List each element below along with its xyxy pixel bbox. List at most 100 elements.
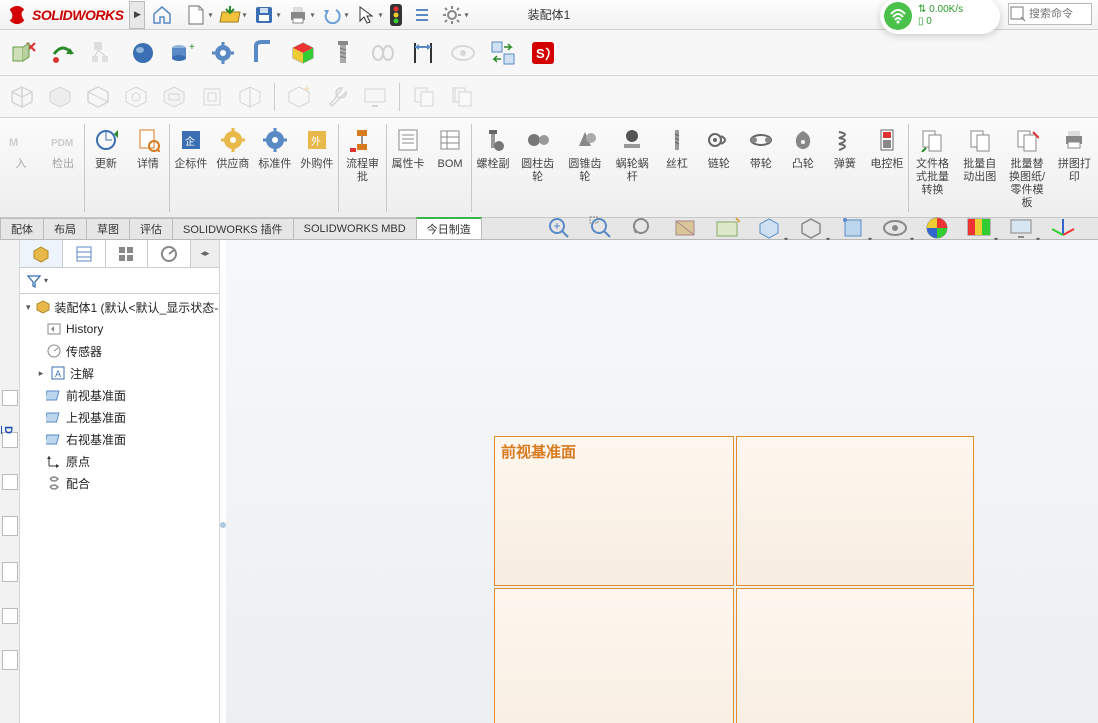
tree-node-mates-7[interactable]: 配合	[20, 472, 219, 494]
cube7-button[interactable]	[232, 79, 268, 115]
tree-node-origin-6[interactable]: 原点	[20, 450, 219, 472]
reference-plane-grid[interactable]: 前视基准面	[494, 436, 974, 723]
network-status-pill[interactable]: ⇅ 0.00K/s ▯ 0	[880, 0, 1000, 34]
fastener-button[interactable]	[324, 33, 362, 73]
ribbon-print-button[interactable]: 拼图打印	[1051, 118, 1098, 218]
wrench-button[interactable]	[319, 79, 355, 115]
cube2-button[interactable]	[42, 79, 78, 115]
replace-button[interactable]	[484, 33, 522, 73]
ribbon-update-button[interactable]: 更新	[85, 118, 127, 218]
save-button[interactable]: ▾	[247, 1, 281, 29]
tree-node-plane-4[interactable]: 上视基准面	[20, 406, 219, 428]
ribbon-cone-gear-button[interactable]: 圆锥齿轮	[561, 118, 608, 218]
monitor-button[interactable]	[357, 79, 393, 115]
ribbon-purchased-button[interactable]: 外外购件	[296, 118, 338, 218]
ribbon-cam-button[interactable]: 凸轮	[782, 118, 824, 218]
cube4-button[interactable]	[118, 79, 154, 115]
tree-node-plane-5[interactable]: 右视基准面	[20, 428, 219, 450]
cube6-button[interactable]	[194, 79, 230, 115]
left-col-btn-7[interactable]	[2, 650, 18, 670]
cube5-button[interactable]	[156, 79, 192, 115]
round-part-button[interactable]: +	[164, 33, 202, 73]
ribbon-pdm-in-button[interactable]: M入	[0, 118, 42, 218]
tree-node-annot-2[interactable]: ▸A注解	[20, 362, 219, 384]
cm-tab-4[interactable]: SOLIDWORKS 插件	[172, 218, 294, 239]
ribbon-chain-button[interactable]: 链轮	[698, 118, 740, 218]
view-orient-icon	[714, 215, 740, 241]
chain-button[interactable]	[364, 33, 402, 73]
left-col-btn-5[interactable]	[2, 562, 18, 582]
undo-button[interactable]: ▾	[315, 1, 349, 29]
list-button[interactable]	[409, 1, 435, 29]
cube1-button[interactable]	[4, 79, 40, 115]
panel-tab-property[interactable]	[63, 240, 106, 267]
ribbon-detail-button[interactable]: 详情	[127, 118, 169, 218]
ribbon-fmt-button[interactable]: 文件格式批量转换	[909, 118, 956, 218]
options-button[interactable]: ▾	[435, 1, 469, 29]
ribbon-bom-button[interactable]: BOM	[429, 118, 471, 218]
cube3-button[interactable]	[80, 79, 116, 115]
tree-node-sensor-1[interactable]: 传感器	[20, 340, 219, 362]
ribbon-attr-button[interactable]: 属性卡	[387, 118, 429, 218]
ecab-icon	[873, 126, 901, 154]
open-button[interactable]: ▾	[213, 1, 247, 29]
ribbon-cyl-gear-button[interactable]: 圆柱齿轮	[514, 118, 561, 218]
ribbon-auto-drw-button[interactable]: 批量自动出图	[956, 118, 1003, 218]
ribbon-flow-button[interactable]: 流程审批	[339, 118, 386, 218]
left-col-btn-6[interactable]	[2, 608, 18, 624]
gear-part-button[interactable]	[204, 33, 242, 73]
paste-button[interactable]	[444, 79, 480, 115]
tree-node-history-0[interactable]: History	[20, 318, 219, 340]
tree-filter[interactable]: ▾	[20, 268, 219, 294]
print-button[interactable]: ▾	[281, 1, 315, 29]
ribbon-std-part-button[interactable]: 标准件	[254, 118, 296, 218]
dimension-button[interactable]	[404, 33, 442, 73]
cm-tab-1[interactable]: 布局	[43, 218, 87, 239]
cm-tab-0[interactable]: 配体	[0, 218, 44, 239]
panel-tab-config[interactable]	[106, 240, 149, 267]
sphere-button[interactable]	[124, 33, 162, 73]
ribbon-tpl-button[interactable]: 批量替换图纸/零件模板	[1003, 118, 1050, 218]
home-button[interactable]	[145, 1, 179, 29]
ribbon-belt-button[interactable]: 带轮	[740, 118, 782, 218]
appearance-cube-button[interactable]	[284, 33, 322, 73]
left-col-btn-2[interactable]	[2, 432, 18, 448]
panel-tab-dim[interactable]	[148, 240, 191, 267]
graphics-viewport[interactable]: 前视基准面 Y	[226, 240, 1098, 723]
ribbon-bolt-button[interactable]: 螺栓副	[472, 118, 514, 218]
traffic-light-button[interactable]	[383, 1, 409, 29]
new-button[interactable]: ▾	[179, 1, 213, 29]
panel-tab-arrows[interactable]: ◂▸	[191, 240, 219, 267]
ribbon-spring-button[interactable]: 弹簧	[824, 118, 866, 218]
magic-cube-button[interactable]: ✦	[281, 79, 317, 115]
command-search[interactable]	[1008, 3, 1092, 25]
ribbon-ecab-button[interactable]: 电控柜	[866, 118, 908, 218]
menu-expand-button[interactable]: ▶	[129, 1, 145, 29]
left-col-btn-4[interactable]	[2, 516, 18, 536]
ribbon-pdm-out-button[interactable]: PDM检出	[42, 118, 84, 218]
view-orient-button[interactable]	[444, 33, 482, 73]
ribbon-ent-std-button[interactable]: 企企标件	[170, 118, 212, 218]
command-search-input[interactable]	[1027, 8, 1085, 20]
assembly-feature-button[interactable]	[84, 33, 122, 73]
copy-button[interactable]	[406, 79, 442, 115]
cm-tab-2[interactable]: 草图	[86, 218, 130, 239]
tree-node-label: 前视基准面	[66, 387, 126, 404]
sw-addin-button[interactable]: S	[524, 33, 562, 73]
cm-tab-3[interactable]: 评估	[129, 218, 173, 239]
left-col-btn-3[interactable]	[2, 474, 18, 490]
edit-component-button[interactable]	[4, 33, 42, 73]
tree-root[interactable]: ▾ 装配体1 (默认<默认_显示状态-1	[20, 296, 219, 318]
tree-node-plane-3[interactable]: 前视基准面	[20, 384, 219, 406]
cm-tab-6[interactable]: 今日制造	[416, 217, 482, 239]
panel-tab-feature-tree[interactable]	[20, 240, 63, 267]
cm-tab-5[interactable]: SOLIDWORKS MBD	[293, 218, 417, 239]
rebuild-button[interactable]	[44, 33, 82, 73]
left-col-btn-1[interactable]	[2, 390, 18, 406]
ribbon-worm-button[interactable]: 蜗轮蜗杆	[609, 118, 656, 218]
ribbon-screw-button[interactable]: 丝杠	[656, 118, 698, 218]
ribbon-supplier-button[interactable]: 供应商	[212, 118, 254, 218]
select-button[interactable]: ▾	[349, 1, 383, 29]
feature-tree[interactable]: ▾ 装配体1 (默认<默认_显示状态-1 History传感器▸A注解前视基准面…	[20, 294, 219, 723]
sweep-button[interactable]	[244, 33, 282, 73]
